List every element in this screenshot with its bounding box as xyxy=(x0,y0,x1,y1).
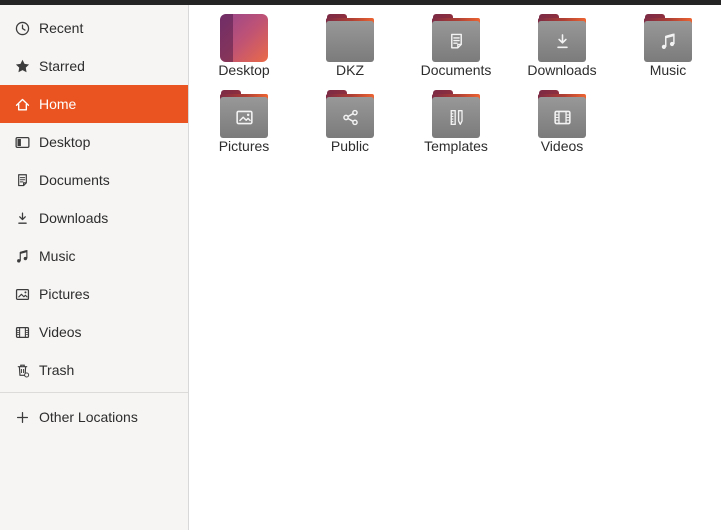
files-window: Recent Starred Home Desktop Documents Do… xyxy=(0,5,721,530)
file-label: Videos xyxy=(540,138,584,154)
file-label: Public xyxy=(330,138,370,154)
sidebar-item-documents[interactable]: Documents xyxy=(0,161,188,199)
grid-item-videos[interactable]: Videos xyxy=(509,89,615,165)
grid-item-documents[interactable]: Documents xyxy=(403,13,509,89)
photo-icon xyxy=(235,110,253,125)
sidebar-item-trash[interactable]: Trash xyxy=(0,351,188,389)
share-icon xyxy=(342,109,358,126)
sidebar-item-label: Starred xyxy=(39,58,85,74)
folder-icon xyxy=(538,90,586,138)
home-icon xyxy=(15,98,30,111)
file-label: Desktop xyxy=(218,62,270,78)
folder-icon xyxy=(432,14,480,62)
sidebar-item-recent[interactable]: Recent xyxy=(0,9,188,47)
document-icon xyxy=(18,173,27,186)
grid-item-downloads[interactable]: Downloads xyxy=(509,13,615,89)
document-icon xyxy=(450,33,462,49)
sidebar-item-label: Music xyxy=(39,248,76,264)
sidebar-item-label: Desktop xyxy=(39,134,91,150)
file-label: Templates xyxy=(424,138,488,154)
file-label: Pictures xyxy=(218,138,270,154)
download-icon xyxy=(556,34,568,49)
grid-item-desktop[interactable]: Desktop xyxy=(191,13,297,89)
desktop-dock-strip xyxy=(220,14,233,62)
grid-item-dkz[interactable]: DKZ xyxy=(297,13,403,89)
desktop-panel-icon xyxy=(15,136,30,148)
grid-item-templates[interactable]: Templates xyxy=(403,89,509,165)
template-icon xyxy=(450,110,463,125)
file-label: Downloads xyxy=(527,62,597,78)
folder-icon xyxy=(220,90,268,138)
sidebar-item-starred[interactable]: Starred xyxy=(0,47,188,85)
photo-icon xyxy=(15,288,30,300)
file-label: DKZ xyxy=(336,62,364,78)
sidebar-item-desktop[interactable]: Desktop xyxy=(0,123,188,161)
folder-icon xyxy=(644,14,692,62)
sidebar-item-downloads[interactable]: Downloads xyxy=(0,199,188,237)
music-note-icon xyxy=(16,249,29,264)
desktop-gradient-icon xyxy=(220,14,268,62)
sidebar-item-label: Downloads xyxy=(39,210,109,226)
grid-item-music[interactable]: Music xyxy=(615,13,721,89)
folder-icon xyxy=(432,90,480,138)
film-icon xyxy=(15,326,30,338)
sidebar-item-label: Trash xyxy=(39,362,75,378)
file-label: Documents xyxy=(420,62,492,78)
sidebar-item-label: Home xyxy=(39,96,77,112)
sidebar-item-home[interactable]: Home xyxy=(0,85,188,123)
grid-item-pictures[interactable]: Pictures xyxy=(191,89,297,165)
download-icon xyxy=(18,212,27,224)
folder-icon xyxy=(326,14,374,62)
sidebar-item-label: Recent xyxy=(39,20,84,36)
folder-icon xyxy=(538,14,586,62)
sidebar-item-music[interactable]: Music xyxy=(0,237,188,275)
sidebar-item-label: Documents xyxy=(39,172,110,188)
sidebar-item-other-locations[interactable]: Other Locations xyxy=(0,398,188,436)
file-label: Music xyxy=(649,62,687,78)
sidebar-item-pictures[interactable]: Pictures xyxy=(0,275,188,313)
plus-icon xyxy=(16,411,29,423)
sidebar-separator xyxy=(0,392,188,393)
sidebar-item-label: Videos xyxy=(39,324,82,340)
star-icon xyxy=(15,59,30,72)
sidebar-item-videos[interactable]: Videos xyxy=(0,313,188,351)
folder-icon xyxy=(326,90,374,138)
file-grid: Desktop DKZ Documents Downloads Music Pi… xyxy=(189,5,721,530)
film-icon xyxy=(553,110,571,125)
sidebar-item-label: Other Locations xyxy=(39,409,138,425)
sidebar: Recent Starred Home Desktop Documents Do… xyxy=(0,5,189,530)
sidebar-item-label: Pictures xyxy=(39,286,90,302)
music-note-icon xyxy=(659,33,675,51)
trash-icon xyxy=(17,364,30,378)
grid-item-public[interactable]: Public xyxy=(297,89,403,165)
clock-icon xyxy=(15,21,30,35)
